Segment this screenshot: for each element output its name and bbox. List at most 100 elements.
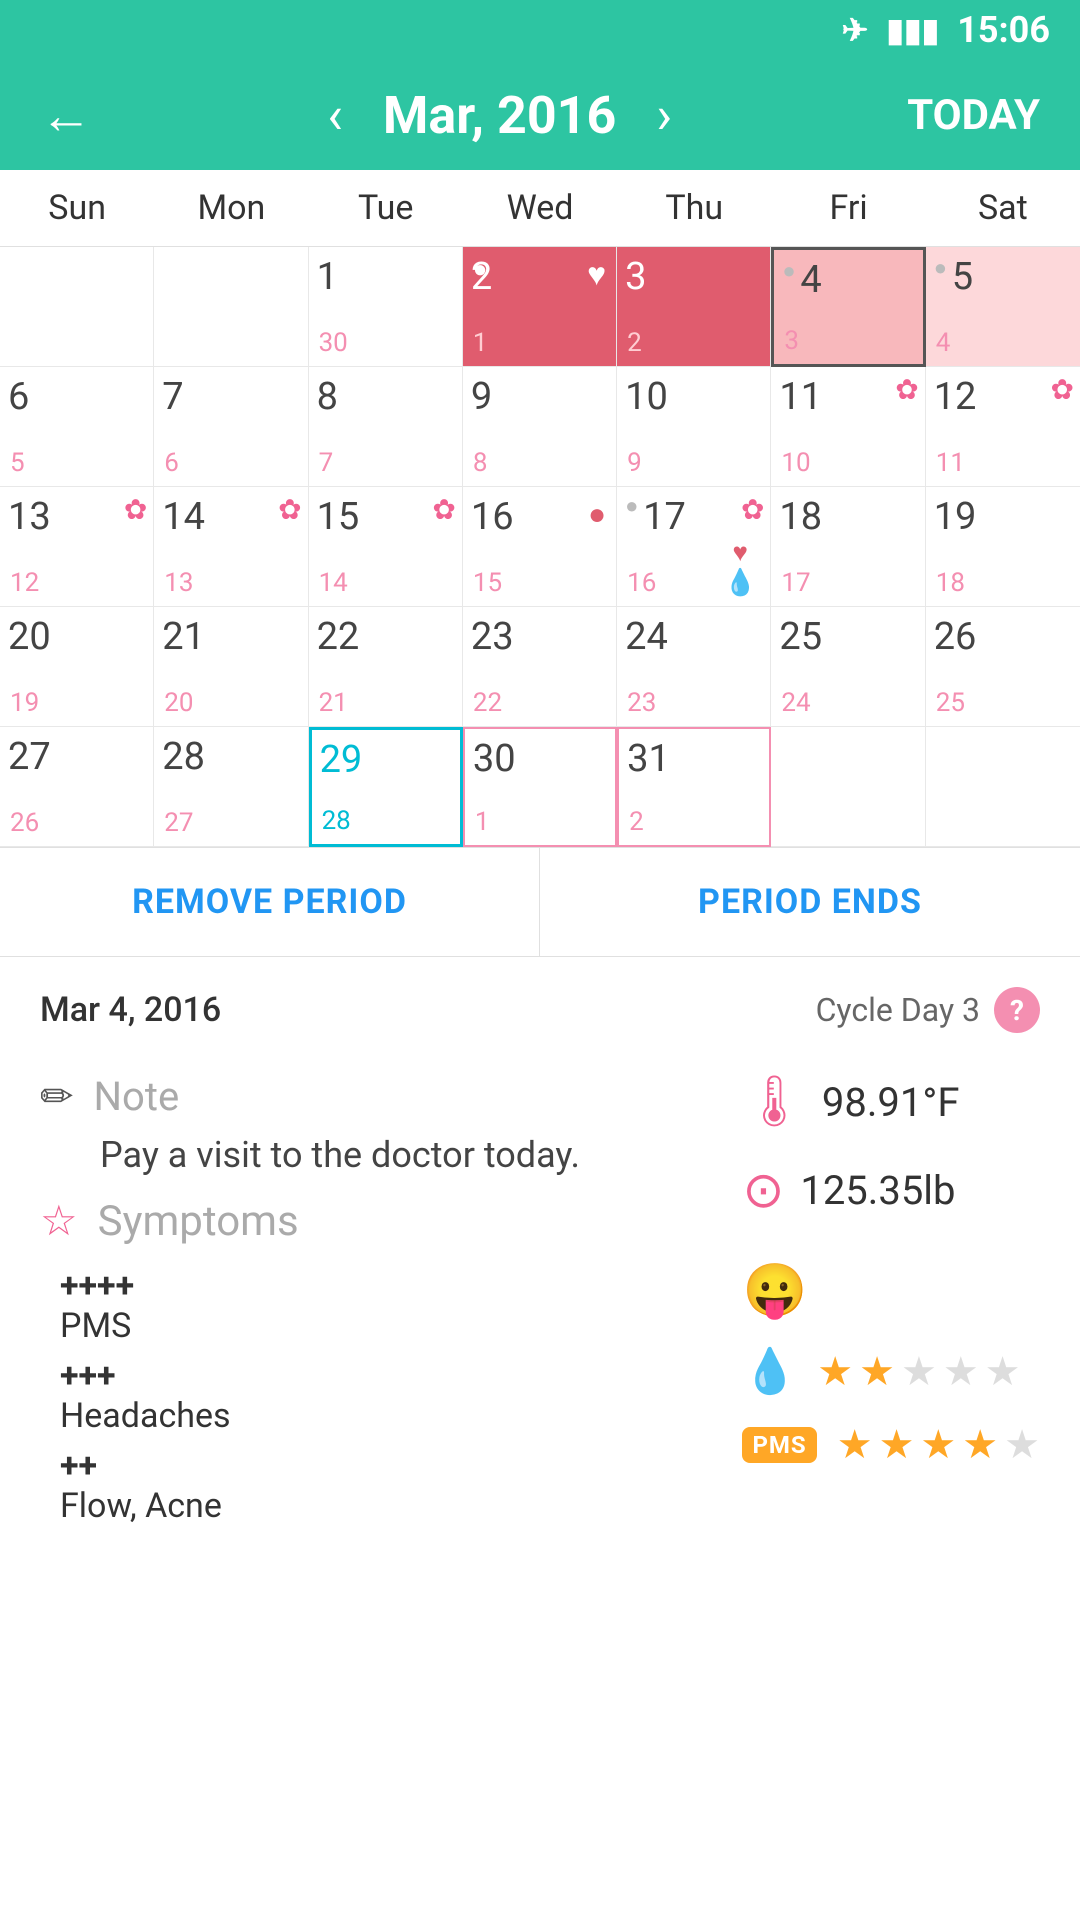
headaches-stars: ★ ★ ★ ★ ★: [837, 1421, 1040, 1468]
star-2: ★: [879, 1421, 915, 1468]
weight-metric: ⊙ 125.35lb: [742, 1161, 955, 1220]
heart-drop-icons: ♥ 💧: [724, 537, 756, 598]
cal-day-5[interactable]: ● 5 4: [926, 247, 1080, 367]
prev-month-button[interactable]: ‹: [327, 85, 343, 146]
cal-day-31[interactable]: 31 2: [617, 727, 771, 847]
cycle-day-text: Cycle Day 3: [816, 991, 980, 1029]
cal-day-4[interactable]: ● 4 3: [771, 247, 925, 367]
cal-day-24[interactable]: 24 23: [617, 607, 771, 727]
calendar-week-2: 6 5 7 6 8 7 9 8 10 9 11 ✿ 10 12 ✿ 11: [0, 367, 1080, 487]
detail-date: Mar 4, 2016: [40, 990, 221, 1030]
drop-small-icon: 💧: [724, 568, 756, 598]
cycle-help-button[interactable]: ?: [994, 987, 1040, 1033]
help-icon: ?: [1010, 994, 1024, 1027]
cal-day-10[interactable]: 10 9: [617, 367, 771, 487]
day-header-thu: Thu: [617, 170, 771, 246]
cal-day-23[interactable]: 23 22: [463, 607, 617, 727]
flower-icon: ✿: [741, 493, 764, 526]
weight-value: 125.35lb: [800, 1167, 955, 1214]
cal-day-6[interactable]: 6 5: [0, 367, 154, 487]
detail-layout: ✏ Note Pay a visit to the doctor today. …: [40, 1063, 1040, 1546]
cal-day-19[interactable]: 19 18: [926, 487, 1080, 607]
temperature-value: 98.91°F: [822, 1079, 960, 1126]
cal-day-13[interactable]: 13 ✿ 12: [0, 487, 154, 607]
cal-day-15[interactable]: 15 ✿ 14: [309, 487, 463, 607]
symptom-headaches-name: Headaches: [60, 1396, 742, 1436]
calendar: Sun Mon Tue Wed Thu Fri Sat 1 30 2 ● ♥ 1…: [0, 170, 1080, 847]
detail-left-col: ✏ Note Pay a visit to the doctor today. …: [40, 1063, 742, 1546]
day-header-sat: Sat: [926, 170, 1080, 246]
cal-day-17[interactable]: ● 17 ✿ ♥ 💧 16: [617, 487, 771, 607]
star-2: ★: [859, 1348, 895, 1395]
calendar-week-4: 20 19 21 20 22 21 23 22 24 23 25 24 26 2…: [0, 607, 1080, 727]
cal-day-9[interactable]: 9 8: [463, 367, 617, 487]
cal-day-3[interactable]: 3 2: [617, 247, 771, 367]
cal-day-18[interactable]: 18 17: [771, 487, 925, 607]
period-dot-icon: ●: [588, 497, 606, 532]
symptoms-section: ☆ Symptoms ++++ PMS +++ Headaches ++ Flo…: [40, 1196, 742, 1526]
cal-empty: [771, 727, 925, 847]
blood-drop-icon: 💧: [742, 1345, 797, 1397]
day-header-wed: Wed: [463, 170, 617, 246]
cal-day-1[interactable]: 1 30: [309, 247, 463, 367]
detail-right-col: 🌡 98.91°F ⊙ 125.35lb 😛 💧 ★ ★ ★: [742, 1063, 1040, 1546]
cal-day-16[interactable]: 16 ● 15: [463, 487, 617, 607]
detail-header: Mar 4, 2016 Cycle Day 3 ?: [40, 987, 1040, 1033]
cal-day-7[interactable]: 7 6: [154, 367, 308, 487]
cal-day-28[interactable]: 28 27: [154, 727, 308, 847]
flower-icon: ✿: [895, 373, 918, 406]
action-buttons-row: REMOVE PERIOD PERIOD ENDS: [0, 847, 1080, 957]
calendar-week-1: 1 30 2 ● ♥ 1 3 2 ● 4 3 ● 5 4: [0, 247, 1080, 367]
dot-small-icon: ●: [934, 255, 947, 281]
note-section: ✏ Note Pay a visit to the doctor today.: [40, 1073, 742, 1176]
cal-day-21[interactable]: 21 20: [154, 607, 308, 727]
calendar-week-5: 27 26 28 27 29 28 30 1 31 2: [0, 727, 1080, 847]
symptoms-label: Symptoms: [98, 1197, 299, 1246]
flower-icon: ✿: [278, 493, 301, 526]
heart-icon: ♥: [587, 255, 606, 293]
flower-icon: ✿: [432, 493, 455, 526]
period-ends-button[interactable]: PERIOD ENDS: [540, 848, 1080, 956]
star-3: ★: [920, 1421, 956, 1468]
flower-icon: ✿: [124, 493, 147, 526]
remove-period-button[interactable]: REMOVE PERIOD: [0, 848, 540, 956]
status-icons: ✈ ▮▮▮ 15:06: [842, 9, 1050, 51]
battery-icon: ▮▮▮: [886, 11, 939, 49]
airplane-icon: ✈: [842, 11, 869, 49]
symptom-headaches: +++ Headaches: [40, 1356, 742, 1436]
cal-day-8[interactable]: 8 7: [309, 367, 463, 487]
flower-icon: ✿: [1051, 373, 1074, 406]
status-time: 15:06: [957, 9, 1050, 51]
cal-day-14[interactable]: 14 ✿ 13: [154, 487, 308, 607]
cal-day-27[interactable]: 27 26: [0, 727, 154, 847]
star-3: ★: [901, 1348, 937, 1395]
day-header-fri: Fri: [771, 170, 925, 246]
month-title: Mar, 2016: [383, 85, 616, 146]
calendar-header: ← ‹ Mar, 2016 › TODAY: [0, 60, 1080, 170]
symptom-pms: ++++ PMS: [40, 1266, 742, 1346]
status-bar: ✈ ▮▮▮ 15:06: [0, 0, 1080, 60]
note-header: ✏ Note: [40, 1073, 742, 1120]
today-button[interactable]: TODAY: [907, 91, 1040, 140]
cal-day-29[interactable]: 29 28: [309, 727, 463, 847]
month-navigation: ‹ Mar, 2016 ›: [327, 85, 672, 146]
next-month-button[interactable]: ›: [656, 85, 672, 146]
note-text: Pay a visit to the doctor today.: [40, 1134, 742, 1176]
cal-day-20[interactable]: 20 19: [0, 607, 154, 727]
temperature-metric: 🌡 98.91°F: [742, 1073, 959, 1131]
day-header-sun: Sun: [0, 170, 154, 246]
detail-cycle-info: Cycle Day 3 ?: [816, 987, 1040, 1033]
cal-day-22[interactable]: 22 21: [309, 607, 463, 727]
cal-day-25[interactable]: 25 24: [771, 607, 925, 727]
cal-day-30[interactable]: 30 1: [463, 727, 617, 847]
cal-day-2[interactable]: 2 ● ♥ 1: [463, 247, 617, 367]
star-4: ★: [943, 1348, 979, 1395]
cal-day-26[interactable]: 26 25: [926, 607, 1080, 727]
day-headers: Sun Mon Tue Wed Thu Fri Sat: [0, 170, 1080, 247]
cal-day-11[interactable]: 11 ✿ 10: [771, 367, 925, 487]
back-button[interactable]: ←: [40, 85, 92, 146]
dot-small-icon: ●: [782, 258, 795, 284]
detail-section: Mar 4, 2016 Cycle Day 3 ? ✏ Note Pay a v…: [0, 957, 1080, 1576]
cal-day-12[interactable]: 12 ✿ 11: [926, 367, 1080, 487]
cal-empty: [926, 727, 1080, 847]
